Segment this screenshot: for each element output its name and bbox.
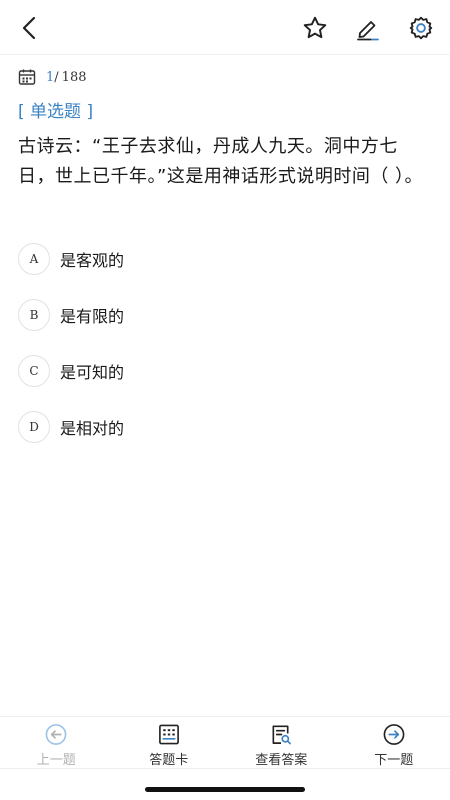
- option-d[interactable]: D 是相对的: [18, 411, 432, 443]
- gear-icon: [409, 16, 433, 40]
- favorite-button[interactable]: [298, 11, 332, 45]
- pen-icon: [357, 21, 379, 41]
- grid-card-icon: [158, 724, 179, 745]
- option-b[interactable]: B 是有限的: [18, 299, 432, 331]
- notes-button[interactable]: [351, 11, 385, 45]
- next-question-button[interactable]: 下一题: [338, 717, 450, 768]
- option-text: 是相对的: [60, 419, 125, 438]
- view-answer-button[interactable]: 查看答案: [225, 717, 338, 768]
- prev-question-label: 上一题: [36, 753, 76, 768]
- option-text: 是有限的: [60, 307, 125, 326]
- option-text: 是可知的: [60, 363, 125, 382]
- option-letter: C: [18, 355, 50, 387]
- question-text: 古诗云：“王子去求仙，丹成人九天。洞中方七日，世上已千年。”这是用神话形式说明时…: [18, 136, 424, 187]
- document-search-icon: [272, 725, 292, 745]
- question-type-label: [ 单选题 ]: [18, 102, 94, 122]
- option-a[interactable]: A 是客观的: [18, 243, 432, 275]
- top-bar: [0, 0, 450, 54]
- arrow-left-circle-icon: [45, 724, 67, 745]
- current-question-number: 1: [46, 69, 55, 85]
- view-answer-label: 查看答案: [255, 753, 308, 768]
- progress-separator: /: [54, 69, 59, 85]
- bottom-divider: [0, 768, 450, 769]
- next-question-label: 下一题: [374, 753, 414, 768]
- bottom-nav: 上一题 答题卡 查看答案 下一题: [0, 716, 450, 768]
- home-indicator[interactable]: [145, 787, 305, 792]
- option-letter: B: [18, 299, 50, 331]
- option-c[interactable]: C 是可知的: [18, 355, 432, 387]
- answer-card-label: 答题卡: [149, 753, 189, 768]
- arrow-right-circle-icon: [383, 724, 405, 745]
- top-divider: [0, 54, 450, 55]
- settings-button[interactable]: [404, 11, 438, 45]
- back-button[interactable]: [14, 12, 46, 44]
- total-questions: 188: [61, 69, 87, 85]
- answer-options: A 是客观的 B 是有限的 C 是可知的 D 是相对的: [18, 243, 432, 467]
- answer-card-button[interactable]: 答题卡: [113, 717, 226, 768]
- chevron-left-icon: [22, 16, 36, 40]
- option-text: 是客观的: [60, 251, 125, 270]
- star-icon: [303, 16, 327, 39]
- calendar-icon: [18, 69, 36, 85]
- option-letter: D: [18, 411, 50, 443]
- question-progress: 1 / 188: [18, 66, 87, 88]
- option-letter: A: [18, 243, 50, 275]
- prev-question-button[interactable]: 上一题: [0, 717, 113, 768]
